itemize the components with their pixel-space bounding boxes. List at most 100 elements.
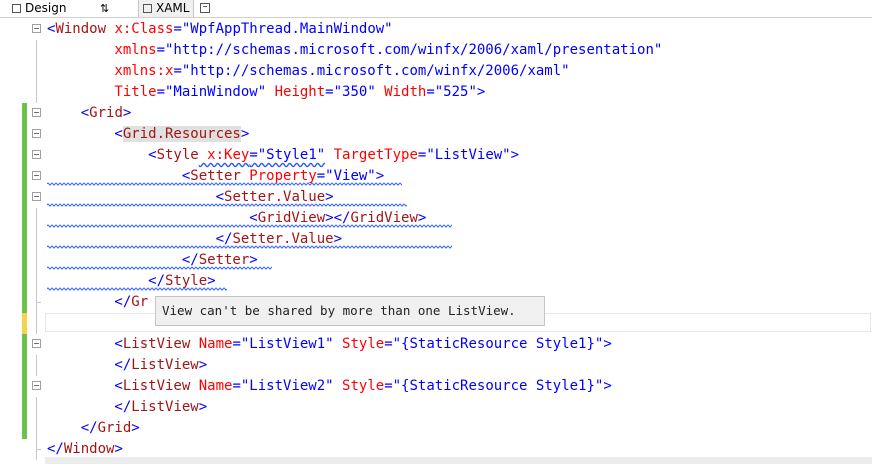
outline-guide <box>36 313 37 334</box>
code-line[interactable]: <ListView Name="ListView2" Style="{Stati… <box>0 376 872 397</box>
split-view-icon[interactable] <box>200 3 210 13</box>
change-marker <box>22 397 27 418</box>
error-squiggle <box>47 266 272 270</box>
collapse-icon[interactable] <box>32 24 41 33</box>
code-text: </Window> <box>47 441 123 458</box>
code-token: < <box>47 336 123 352</box>
outline-guide <box>36 208 37 229</box>
error-tooltip: View can't be shared by more than one Li… <box>155 296 545 326</box>
code-token: > <box>114 441 123 457</box>
code-token: < <box>47 126 123 142</box>
code-token: ="MainWindow" <box>156 84 267 100</box>
code-token: </ <box>47 294 132 310</box>
outline-guide <box>36 61 37 82</box>
code-token: xmlns <box>47 42 157 58</box>
change-marker <box>22 250 27 271</box>
code-line[interactable]: <ListView Name="ListView1" Style="{Stati… <box>0 334 872 355</box>
code-text: <Grid.Resources> <box>47 126 249 143</box>
code-line[interactable]: </Style> <box>0 271 872 292</box>
outline-guide <box>36 250 37 271</box>
code-text: xmlns="http://schemas.microsoft.com/winf… <box>47 42 662 59</box>
collapse-icon[interactable] <box>32 171 41 180</box>
code-token: </ <box>47 441 64 457</box>
code-line[interactable]: </Setter> <box>0 250 872 271</box>
outline-guide <box>36 271 37 292</box>
change-marker <box>22 229 27 250</box>
code-token: ="ListView"> <box>417 147 520 163</box>
code-token: < <box>47 378 123 394</box>
tab-design[interactable]: Design <box>12 0 66 17</box>
code-line[interactable]: xmlns:x="http://schemas.microsoft.com/wi… <box>0 61 872 82</box>
code-token: < <box>47 105 90 121</box>
code-token: ="{StaticResource Style1}"> <box>384 336 612 352</box>
code-text: </Grid> <box>47 420 140 437</box>
code-token: </ <box>47 357 132 373</box>
code-token: </ <box>47 420 98 436</box>
code-text: xmlns:x="http://schemas.microsoft.com/wi… <box>47 63 570 80</box>
tab-xaml-label: XAML <box>156 1 190 15</box>
code-token: ListView <box>122 378 191 394</box>
code-token: Grid <box>89 105 123 121</box>
collapse-icon[interactable] <box>32 129 41 138</box>
tab-design-label: Design <box>25 1 67 15</box>
code-token: ListView <box>122 336 191 352</box>
change-marker <box>22 313 27 334</box>
code-token: ="ListView2" <box>232 378 334 394</box>
code-token: ="525"> <box>426 84 486 100</box>
code-token: Window <box>55 21 107 37</box>
xaml-icon <box>143 4 152 13</box>
code-token: ListView <box>131 357 199 373</box>
code-line[interactable]: xmlns="http://schemas.microsoft.com/winf… <box>0 40 872 61</box>
code-token: Height <box>266 84 326 100</box>
change-marker <box>22 334 27 355</box>
code-token: x:Class <box>106 21 174 37</box>
code-token: ="350" <box>325 84 376 100</box>
collapse-icon[interactable] <box>32 381 41 390</box>
tab-xaml[interactable]: XAML <box>138 0 195 17</box>
code-line[interactable]: <Setter.Value> <box>0 187 872 208</box>
xaml-editor[interactable]: < Window x:Class="WpfAppThread.MainWindow… <box>0 18 872 464</box>
code-token: > <box>240 126 250 142</box>
horizontal-scrollbar[interactable] <box>45 457 872 464</box>
collapse-icon[interactable] <box>32 192 41 201</box>
collapse-icon[interactable] <box>32 108 41 117</box>
code-token: ="http://schemas.microsoft.com/winfx/200… <box>173 63 570 79</box>
code-text: </ListView> <box>47 357 207 374</box>
change-marker <box>22 145 27 166</box>
error-squiggle <box>47 203 407 207</box>
code-line[interactable]: Title="MainWindow" Height="350" Width="5… <box>0 82 872 103</box>
code-token: < <box>47 147 157 163</box>
code-line[interactable]: <Setter Property="View"> <box>0 166 872 187</box>
code-line[interactable]: <Style x:Key="Style1" TargetType="ListVi… <box>0 145 872 166</box>
code-text: <Style x:Key="Style1" TargetType="ListVi… <box>47 147 519 164</box>
outline-guide <box>36 40 37 61</box>
outline-guide <box>36 229 37 250</box>
code-token: TargetType <box>325 147 418 163</box>
collapse-icon[interactable] <box>32 150 41 159</box>
change-marker <box>22 271 27 292</box>
code-text: <ListView Name="ListView1" Style="{Stati… <box>47 336 612 353</box>
code-line[interactable]: <Grid.Resources> <box>0 124 872 145</box>
change-marker <box>22 166 27 187</box>
code-token: > <box>198 399 208 415</box>
outline-guide <box>36 82 37 103</box>
outline-guide <box>36 397 37 418</box>
code-line[interactable]: </Grid> <box>0 418 872 439</box>
code-line[interactable]: <GridView></GridView> <box>0 208 872 229</box>
code-line[interactable]: <Window x:Class="WpfAppThread.MainWindow… <box>0 19 872 40</box>
code-text: <Grid> <box>47 105 132 122</box>
code-line[interactable]: <Grid> <box>0 103 872 124</box>
error-squiggle <box>47 224 452 228</box>
change-marker <box>22 292 27 313</box>
code-line[interactable]: </ListView> <box>0 355 872 376</box>
code-token: Style <box>156 147 199 163</box>
code-line[interactable]: </ListView> <box>0 397 872 418</box>
code-token: > <box>122 105 132 121</box>
code-text: <Window x:Class="WpfAppThread.MainWindow… <box>47 21 393 38</box>
code-token: xmlns:x <box>47 63 174 79</box>
collapse-icon[interactable] <box>32 339 41 348</box>
design-icon <box>12 4 21 13</box>
code-token: ListView <box>131 399 199 415</box>
swap-panes-icon[interactable]: ⇅ <box>100 0 109 17</box>
code-line[interactable]: </Setter.Value> <box>0 229 872 250</box>
